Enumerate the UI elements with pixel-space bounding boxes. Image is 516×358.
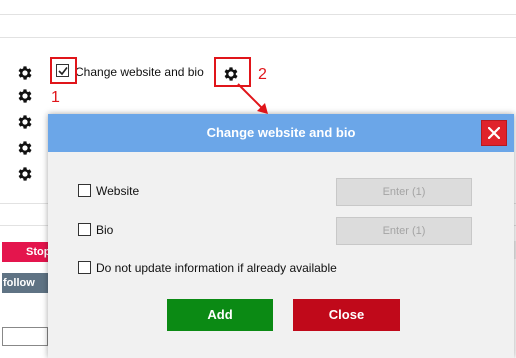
change-website-bio-dialog: Change website and bio Website Enter (1)… [48,114,514,358]
follow-button[interactable]: follow [2,273,48,293]
divider [0,37,516,38]
skip-existing-label: Do not update information if already ava… [96,261,337,275]
background-input[interactable] [2,327,48,346]
dialog-header: Change website and bio [48,114,514,152]
divider [0,14,516,15]
gear-icon[interactable] [16,113,34,131]
change-website-bio-label: Change website and bio [75,65,204,79]
gear-icon[interactable] [16,139,34,157]
add-button[interactable]: Add [167,299,273,331]
bio-label: Bio [96,223,114,237]
gear-icon[interactable] [16,165,34,183]
website-label: Website [96,184,140,198]
bio-enter-button[interactable]: Enter (1) [336,217,472,245]
stop-button[interactable]: Stop [2,242,51,262]
close-x-icon[interactable] [481,120,507,146]
website-checkbox[interactable] [78,184,91,197]
annotation-marker-1: 1 [51,89,60,106]
skip-existing-checkbox[interactable] [78,261,91,274]
bio-checkbox[interactable] [78,223,91,236]
stop-button-label: Stop [26,246,51,258]
close-button[interactable]: Close [293,299,400,331]
dialog-title: Change website and bio [206,125,356,140]
annotation-box-1 [50,57,77,84]
gear-icon[interactable] [16,87,34,105]
follow-button-label: follow [3,277,35,289]
website-enter-button[interactable]: Enter (1) [336,178,472,206]
annotation-arrow [237,83,268,114]
gear-icon[interactable] [16,64,34,82]
